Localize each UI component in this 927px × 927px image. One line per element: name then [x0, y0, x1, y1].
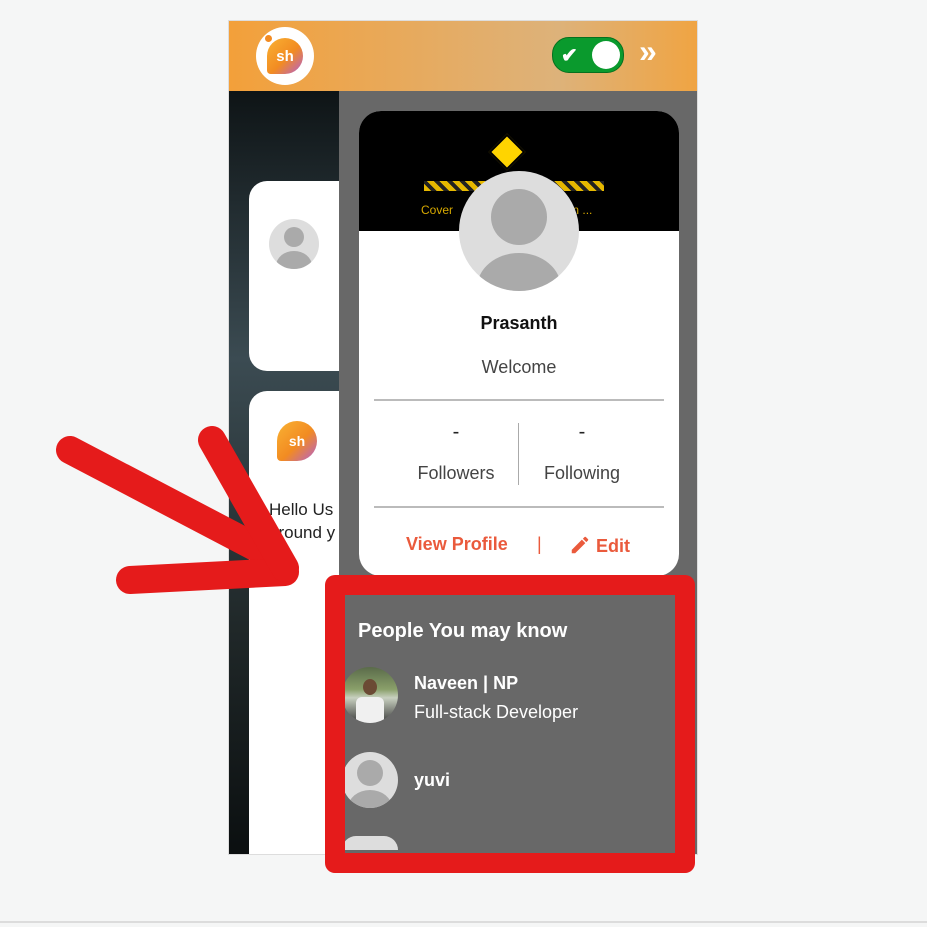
annotation-arrow-icon	[56, 426, 299, 594]
